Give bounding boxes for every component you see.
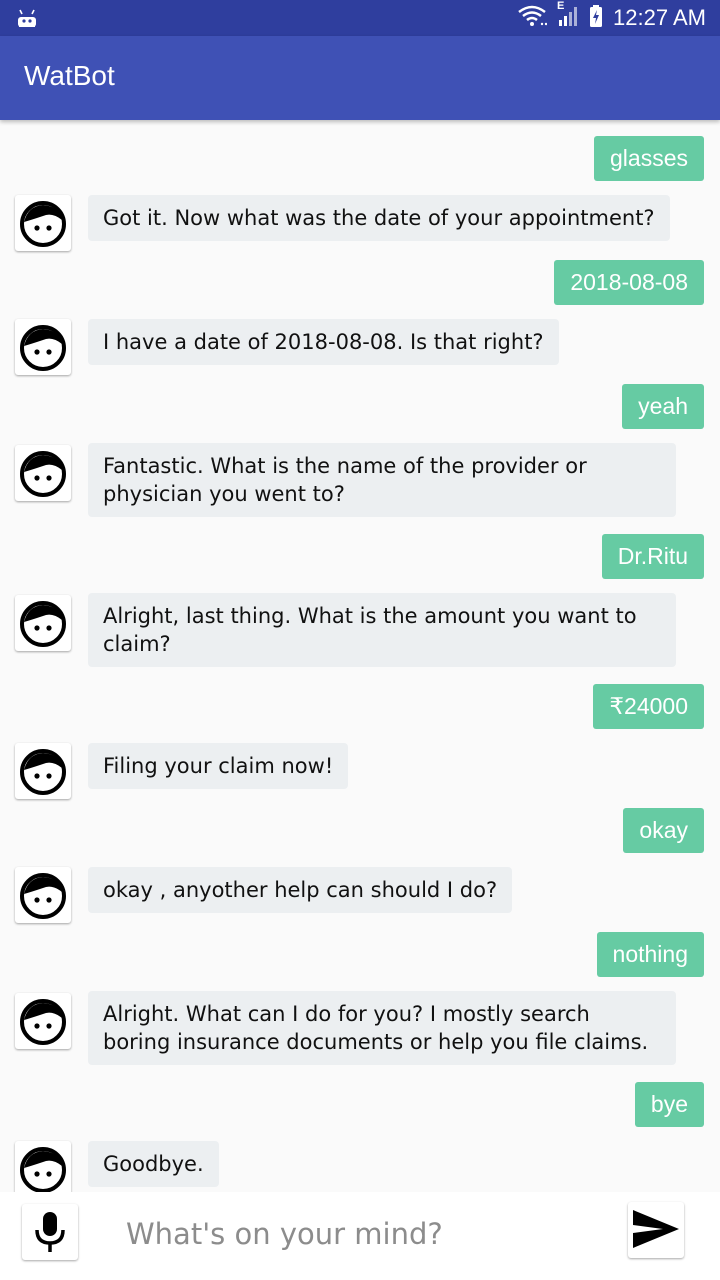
message-input[interactable] — [126, 1206, 596, 1262]
bot-avatar — [15, 195, 71, 251]
user-message-bubble: Dr.Ritu — [601, 534, 704, 579]
bot-face-icon — [20, 1147, 66, 1192]
network-type-label: E — [557, 0, 565, 12]
bot-avatar — [15, 445, 71, 501]
bot-avatar — [15, 867, 71, 923]
app-bar: WatBot — [0, 36, 720, 120]
bot-face-icon — [20, 325, 66, 371]
bot-message-bubble: Alright, last thing. What is the amount … — [88, 593, 676, 667]
user-message-bubble: ₹24000 — [593, 684, 704, 729]
bot-message-bubble: Fantastic. What is the name of the provi… — [88, 443, 676, 517]
status-time: 12:27 AM — [613, 5, 706, 30]
app-title: WatBot — [24, 60, 115, 91]
send-icon — [633, 1210, 679, 1248]
user-message-bubble: 2018-08-08 — [554, 260, 704, 305]
user-message-bubble: nothing — [596, 932, 704, 977]
mic-button[interactable] — [22, 1204, 78, 1260]
bot-avatar — [15, 319, 71, 375]
android-icon — [16, 7, 38, 31]
bot-message-bubble: Goodbye. — [88, 1141, 219, 1187]
bot-avatar — [15, 595, 71, 651]
bot-message-bubble: Got it. Now what was the date of your ap… — [88, 195, 670, 241]
signal-icon: E — [557, 0, 579, 32]
bot-avatar — [15, 743, 71, 799]
bot-message-bubble: okay , anyother help can should I do? — [88, 867, 513, 913]
chat-list[interactable]: glasses Got it. Now what was the date of… — [0, 120, 720, 1192]
bot-message-bubble: Filing your claim now! — [88, 743, 349, 789]
bot-face-icon — [20, 201, 66, 247]
microphone-icon — [35, 1212, 65, 1252]
bot-face-icon — [20, 451, 66, 497]
bot-avatar — [15, 993, 71, 1049]
send-button[interactable] — [628, 1202, 684, 1258]
user-message-bubble: glasses — [594, 136, 704, 181]
bot-avatar — [15, 1141, 71, 1192]
wifi-icon — [517, 4, 548, 32]
status-bar: E 12:27 AM — [0, 0, 720, 36]
user-message-bubble: yeah — [622, 384, 704, 429]
battery-charging-icon — [589, 4, 603, 32]
bot-face-icon — [20, 601, 66, 647]
bot-message-bubble: I have a date of 2018-08-08. Is that rig… — [88, 319, 559, 365]
screen: E 12:27 AM WatBot glasses Got it. Now wh… — [0, 0, 720, 1280]
status-icons: E 12:27 AM — [517, 0, 706, 36]
message-input-bar — [0, 1192, 720, 1280]
bot-face-icon — [20, 873, 66, 919]
user-message-bubble: okay — [623, 808, 704, 853]
bot-message-bubble: Alright. What can I do for you? I mostly… — [88, 991, 676, 1065]
user-message-bubble: bye — [634, 1082, 704, 1127]
bot-face-icon — [20, 749, 66, 795]
bot-face-icon — [20, 999, 66, 1045]
